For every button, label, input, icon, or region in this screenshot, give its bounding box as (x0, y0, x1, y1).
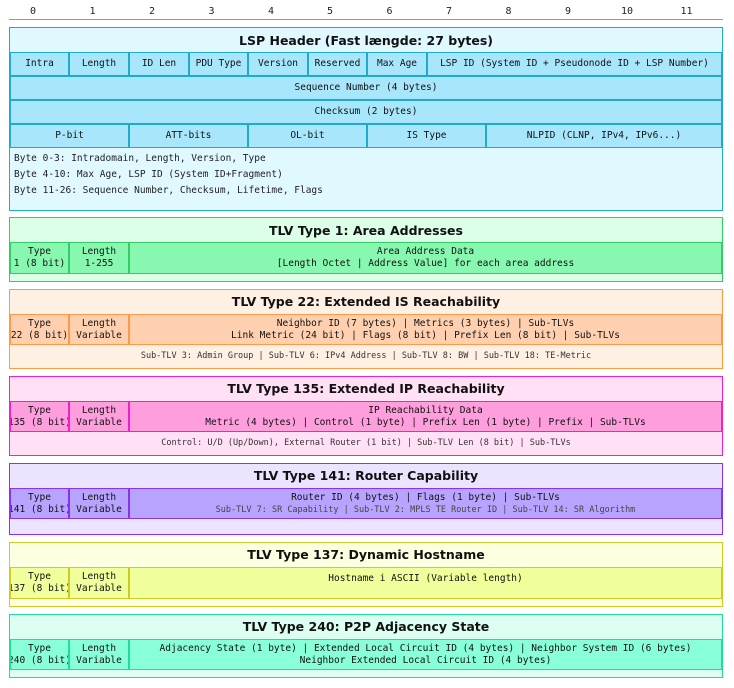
tlv240-length-field: Length Variable (69, 639, 129, 670)
tlv137-title: TLV Type 137: Dynamic Hostname (247, 547, 485, 562)
tlv22-note: Sub-TLV 3: Admin Group | Sub-TLV 6: IPv4… (140, 351, 592, 361)
tlv240-data-field: Adjacency State (1 byte) | Extended Loca… (129, 639, 722, 670)
lsp-header-title: LSP Header (Fast længde: 27 bytes) (239, 33, 493, 48)
tlv137-length-field: Length Variable (69, 567, 129, 599)
tlv135-type-field: Type 135 (8 bit) (10, 401, 69, 432)
field-intra: Intra (10, 52, 69, 76)
tlv1-section: TLV Type 1: Area Addresses Type 1 (8 bit)… (9, 217, 723, 282)
lsp-header-section: LSP Header (Fast længde: 27 bytes) Intra… (9, 27, 723, 211)
ruler-tick: 5 (326, 6, 334, 17)
tlv1-type-field: Type 1 (8 bit) (10, 242, 69, 274)
tlv22-length-field: Length Variable (69, 314, 129, 345)
field-att-bits: ATT-bits (129, 124, 248, 148)
tlv137-section: TLV Type 137: Dynamic Hostname Type 137 (… (9, 542, 723, 607)
tlv135-note: Control: U/D (Up/Down), External Router … (161, 438, 571, 448)
tlv141-title: TLV Type 141: Router Capability (253, 468, 479, 483)
tlv137-data-field: Hostname i ASCII (Variable length) (129, 567, 722, 599)
tlv135-data-field: IP Reachability Data Metric (4 bytes) | C… (129, 401, 722, 432)
ruler-tick: 0 (29, 6, 37, 17)
ruler-line (9, 19, 723, 20)
field-is-type: IS Type (367, 124, 486, 148)
tlv1-length-field: Length 1-255 (69, 242, 129, 274)
tlv22-section: TLV Type 22: Extended IS Reachability Ty… (9, 289, 723, 369)
lsp-note: Byte 0-3: Intradomain, Length, Version, … (14, 153, 266, 164)
tlv22-type-field: Type 22 (8 bit) (10, 314, 69, 345)
field-id-len: ID Len (129, 52, 189, 76)
tlv137-type-field: Type 137 (8 bit) (10, 567, 69, 599)
ruler-tick: 11 (680, 6, 693, 17)
ruler-tick: 8 (505, 6, 512, 17)
field-ol-bit: OL-bit (248, 124, 367, 148)
ruler-tick: 3 (208, 6, 215, 17)
field-p-bit: P-bit (10, 124, 129, 148)
tlv22-title: TLV Type 22: Extended IS Reachability (231, 294, 501, 309)
field-pdu-type: PDU Type (189, 52, 248, 76)
byte-ruler: 0 1 2 3 4 5 6 7 8 9 10 11 (9, 6, 723, 20)
tlv22-data-field: Neighbor ID (7 bytes) | Metrics (3 bytes… (129, 314, 722, 345)
ruler-tick: 7 (445, 6, 453, 17)
field-nlpid: NLPID (CLNP, IPv4, IPv6...) (486, 124, 722, 148)
tlv141-length-field: Length Variable (69, 488, 129, 519)
ruler-tick: 9 (564, 6, 572, 17)
ruler-tick: 10 (620, 6, 634, 17)
tlv141-type-field: Type 141 (8 bit) (10, 488, 69, 519)
field-sequence-number: Sequence Number (4 bytes) (10, 76, 722, 100)
tlv135-section: TLV Type 135: Extended IP Reachability T… (9, 376, 723, 456)
field-length: Length (69, 52, 129, 76)
ruler-tick: 2 (148, 6, 156, 17)
field-reserved: Reserved (308, 52, 367, 76)
tlv240-section: TLV Type 240: P2P Adjacency State Type 24… (9, 614, 723, 678)
ruler-tick: 1 (89, 6, 96, 17)
tlv135-length-field: Length Variable (69, 401, 129, 432)
ruler-tick: 4 (267, 6, 275, 17)
tlv141-section: TLV Type 141: Router Capability Type 141 … (9, 463, 723, 535)
field-version: Version (248, 52, 308, 76)
field-checksum: Checksum (2 bytes) (10, 100, 722, 124)
field-max-age: Max Age (367, 52, 427, 76)
field-lsp-id: LSP ID (System ID + Pseudonode ID + LSP … (427, 52, 722, 76)
lsp-note: Byte 4-10: Max Age, LSP ID (System ID+Fr… (14, 169, 283, 180)
tlv240-title: TLV Type 240: P2P Adjacency State (242, 619, 490, 634)
tlv1-title: TLV Type 1: Area Addresses (269, 223, 463, 238)
tlv141-data-field: Router ID (4 bytes) | Flags (1 byte) | S… (129, 488, 722, 519)
tlv1-data-field: Area Address Data [Length Octet | Address… (129, 242, 722, 274)
tlv135-title: TLV Type 135: Extended IP Reachability (227, 381, 505, 396)
ruler-tick: 6 (386, 6, 393, 17)
lsp-notes: Byte 0-3: Intradomain, Length, Version, … (14, 151, 323, 199)
tlv240-type-field: Type 240 (8 bit) (10, 639, 69, 670)
lsp-note: Byte 11-26: Sequence Number, Checksum, L… (14, 185, 323, 196)
